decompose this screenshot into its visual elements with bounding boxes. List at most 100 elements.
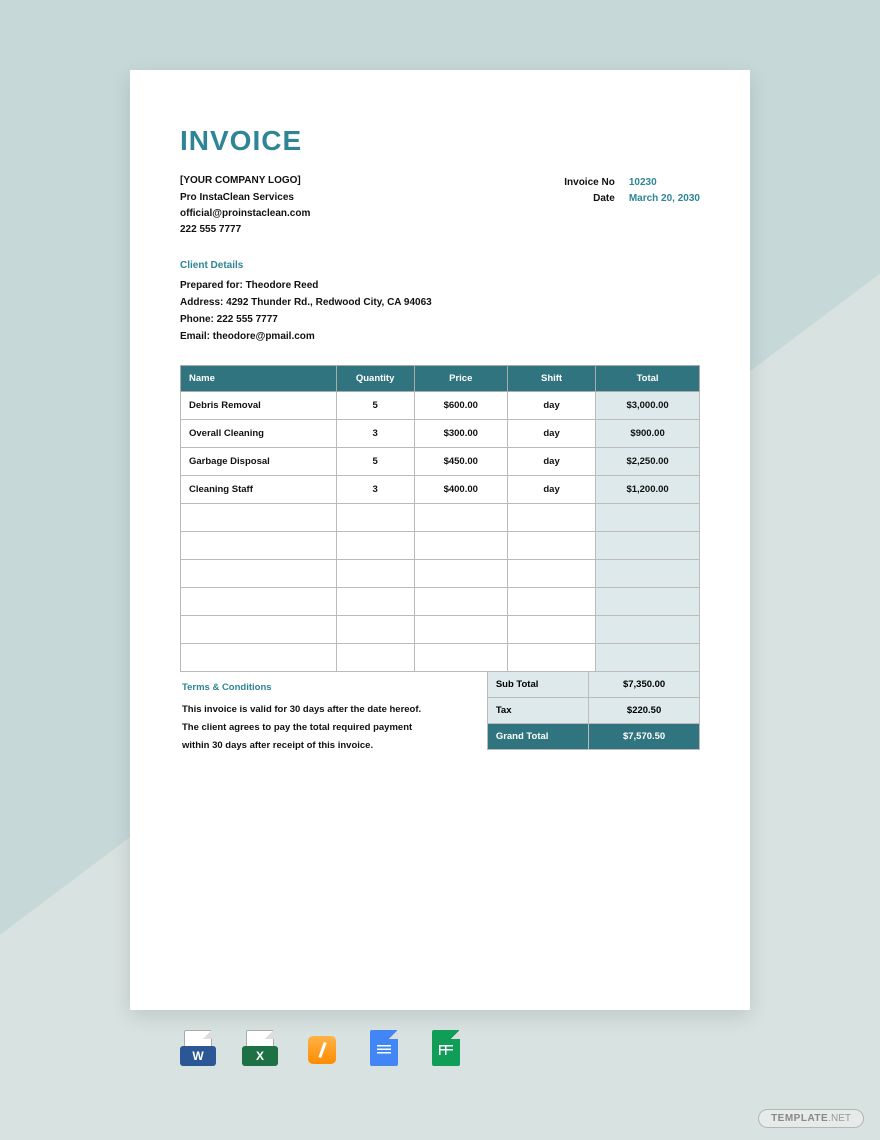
company-block: [YOUR COMPANY LOGO] Pro InstaClean Servi… — [180, 175, 310, 238]
google-sheets-icon[interactable] — [428, 1030, 468, 1070]
cell-qty: 5 — [336, 448, 414, 476]
cell-name: Debris Removal — [181, 392, 337, 420]
cell-total — [596, 532, 700, 560]
cell-price — [414, 588, 507, 616]
cell-name — [181, 616, 337, 644]
cell-qty — [336, 504, 414, 532]
excel-icon[interactable]: X — [242, 1030, 282, 1070]
cell-shift: day — [507, 448, 595, 476]
table-row — [181, 644, 700, 672]
cell-price: $400.00 — [414, 476, 507, 504]
footer-row: Terms & Conditions This invoice is valid… — [180, 672, 700, 755]
summary-grand-total: Grand Total $7,570.50 — [487, 724, 700, 750]
table-row: Cleaning Staff3$400.00day$1,200.00 — [181, 476, 700, 504]
cell-name — [181, 560, 337, 588]
word-icon[interactable]: W — [180, 1030, 220, 1070]
cell-total: $1,200.00 — [596, 476, 700, 504]
cell-shift — [507, 588, 595, 616]
terms-block: Terms & Conditions This invoice is valid… — [180, 672, 487, 755]
col-header-price: Price — [414, 366, 507, 392]
cell-name: Overall Cleaning — [181, 420, 337, 448]
cell-price — [414, 532, 507, 560]
terms-line: The client agrees to pay the total requi… — [182, 719, 475, 737]
client-details: Client Details Prepared for: Theodore Re… — [180, 260, 700, 345]
invoice-date-value: March 20, 2030 — [629, 191, 700, 207]
cell-total — [596, 644, 700, 672]
client-heading: Client Details — [180, 260, 700, 271]
google-docs-icon[interactable] — [366, 1030, 406, 1070]
cell-total — [596, 588, 700, 616]
col-header-shift: Shift — [507, 366, 595, 392]
cell-shift — [507, 560, 595, 588]
cell-qty: 3 — [336, 420, 414, 448]
document-title: INVOICE — [180, 125, 700, 157]
cell-qty: 3 — [336, 476, 414, 504]
table-row: Overall Cleaning3$300.00day$900.00 — [181, 420, 700, 448]
invoice-meta: Invoice No Date 10230 March 20, 2030 — [564, 175, 700, 238]
cell-price — [414, 644, 507, 672]
cell-shift: day — [507, 392, 595, 420]
cell-shift — [507, 504, 595, 532]
table-row: Debris Removal5$600.00day$3,000.00 — [181, 392, 700, 420]
invoice-no-label: Invoice No — [564, 175, 615, 191]
cell-total: $2,250.00 — [596, 448, 700, 476]
cell-total — [596, 560, 700, 588]
table-row — [181, 616, 700, 644]
cell-qty — [336, 644, 414, 672]
cell-price — [414, 504, 507, 532]
invoice-date-label: Date — [564, 191, 615, 207]
col-header-qty: Quantity — [336, 366, 414, 392]
cell-shift — [507, 616, 595, 644]
cell-name — [181, 588, 337, 616]
cell-total — [596, 616, 700, 644]
company-name: Pro InstaClean Services — [180, 190, 310, 206]
header-row: [YOUR COMPANY LOGO] Pro InstaClean Servi… — [180, 175, 700, 238]
table-row — [181, 560, 700, 588]
line-items-table: Name Quantity Price Shift Total Debris R… — [180, 365, 700, 672]
terms-heading: Terms & Conditions — [182, 682, 475, 693]
cell-qty — [336, 616, 414, 644]
cell-name: Cleaning Staff — [181, 476, 337, 504]
summary-tax: Tax $220.50 — [487, 698, 700, 724]
table-row: Garbage Disposal5$450.00day$2,250.00 — [181, 448, 700, 476]
cell-shift — [507, 644, 595, 672]
client-prepared-for: Prepared for: Theodore Reed — [180, 277, 700, 294]
summary-block: Sub Total $7,350.00 Tax $220.50 Grand To… — [487, 672, 700, 755]
client-email: Email: theodore@pmail.com — [180, 328, 700, 345]
pages-icon[interactable] — [304, 1030, 344, 1070]
cell-qty: 5 — [336, 392, 414, 420]
cell-qty — [336, 560, 414, 588]
cell-price — [414, 560, 507, 588]
table-header-row: Name Quantity Price Shift Total — [181, 366, 700, 392]
cell-total: $900.00 — [596, 420, 700, 448]
cell-qty — [336, 588, 414, 616]
table-row — [181, 588, 700, 616]
table-row — [181, 532, 700, 560]
cell-price: $600.00 — [414, 392, 507, 420]
format-icons-row: W X — [180, 1030, 468, 1070]
cell-price — [414, 616, 507, 644]
cell-qty — [336, 532, 414, 560]
terms-line: This invoice is valid for 30 days after … — [182, 701, 475, 719]
cell-name — [181, 504, 337, 532]
cell-total — [596, 504, 700, 532]
col-header-total: Total — [596, 366, 700, 392]
cell-price: $300.00 — [414, 420, 507, 448]
summary-subtotal: Sub Total $7,350.00 — [487, 672, 700, 698]
client-phone: Phone: 222 555 7777 — [180, 311, 700, 328]
cell-price: $450.00 — [414, 448, 507, 476]
cell-name: Garbage Disposal — [181, 448, 337, 476]
cell-name — [181, 644, 337, 672]
invoice-no-value: 10230 — [629, 175, 700, 191]
company-logo-placeholder: [YOUR COMPANY LOGO] — [180, 175, 310, 186]
invoice-document: INVOICE [YOUR COMPANY LOGO] Pro InstaCle… — [130, 70, 750, 1010]
cell-shift: day — [507, 420, 595, 448]
company-email: official@proinstaclean.com — [180, 206, 310, 222]
cell-shift: day — [507, 476, 595, 504]
cell-total: $3,000.00 — [596, 392, 700, 420]
client-address: Address: 4292 Thunder Rd., Redwood City,… — [180, 294, 700, 311]
cell-shift — [507, 532, 595, 560]
terms-line: within 30 days after receipt of this inv… — [182, 737, 475, 755]
col-header-name: Name — [181, 366, 337, 392]
watermark-badge: TEMPLATE.NET — [758, 1109, 864, 1128]
